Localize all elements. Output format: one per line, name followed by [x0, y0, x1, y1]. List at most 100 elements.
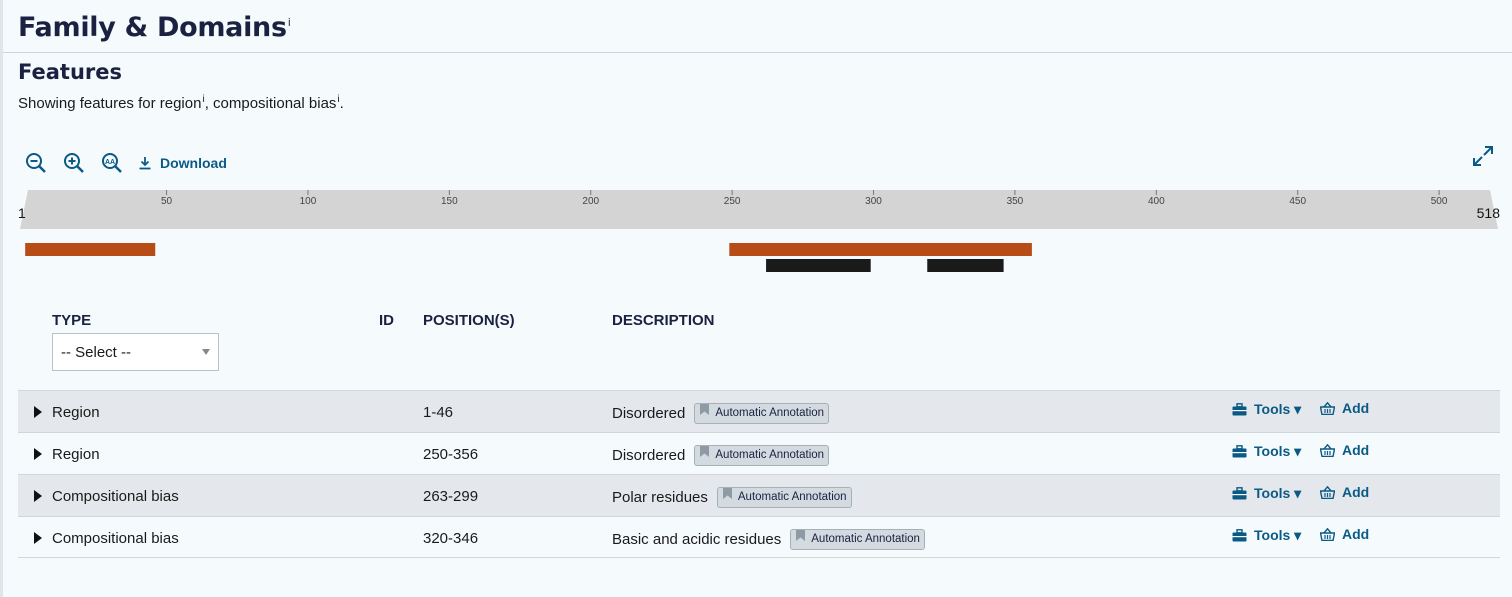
ruler-tick-label: 450 [1289, 196, 1306, 207]
row-description: Polar residues Automatic Annotation [612, 487, 852, 508]
column-header-type[interactable]: TYPE [52, 312, 91, 329]
toolbox-icon [1232, 403, 1247, 416]
tools-menu-button[interactable]: Tools ▾ [1232, 485, 1301, 502]
download-button[interactable]: Download [138, 155, 227, 171]
badge-label: Automatic Annotation [715, 407, 825, 419]
tools-label: Tools ▾ [1254, 527, 1302, 543]
add-to-basket-button[interactable]: Add [1320, 526, 1369, 542]
zoom-out-icon[interactable] [24, 151, 48, 175]
table-row[interactable]: Region 250-356 Disordered Automatic Anno… [18, 432, 1500, 474]
row-position: 263-299 [423, 488, 479, 505]
ruler-start-label: 1 [18, 205, 26, 221]
bookmark-icon [700, 404, 710, 415]
ruler-tick-label: 200 [582, 196, 599, 207]
section-title: Features [18, 60, 122, 84]
tools-label: Tools ▾ [1254, 485, 1302, 501]
evidence-badge[interactable]: Automatic Annotation [790, 529, 925, 550]
table-body: Region 1-46 Disordered Automatic Annotat… [18, 390, 1500, 558]
ruler-end-label: 518 [1477, 205, 1500, 221]
tools-menu-button[interactable]: Tools ▾ [1232, 443, 1301, 460]
ruler-tick-label: 250 [724, 196, 741, 207]
ruler-tick-label: 350 [1007, 196, 1024, 207]
tools-menu-button[interactable]: Tools ▾ [1232, 401, 1301, 418]
download-label: Download [160, 155, 227, 171]
evidence-badge[interactable]: Automatic Annotation [694, 403, 830, 424]
divider [3, 52, 1512, 53]
row-description: Disordered Automatic Annotation [612, 403, 830, 424]
ruler-tick-label: 500 [1431, 196, 1448, 207]
expand-icon[interactable] [1472, 145, 1494, 167]
row-type: Compositional bias [52, 488, 179, 505]
row-position: 1-46 [423, 404, 454, 421]
badge-label: Automatic Annotation [811, 533, 920, 545]
expand-row-icon[interactable] [34, 406, 42, 418]
add-label: Add [1342, 400, 1370, 416]
bookmark-icon [796, 530, 806, 541]
toolbox-icon [1232, 487, 1247, 500]
subtitle: Showing features for regioni, compositio… [18, 94, 344, 112]
column-header-positions[interactable]: POSITION(S) [423, 312, 515, 329]
type-filter-select[interactable]: -- Select -- [52, 333, 219, 371]
add-label: Add [1342, 526, 1370, 542]
svg-text:AA: AA [105, 159, 115, 166]
bookmark-icon [722, 488, 732, 499]
ruler-background [20, 190, 1498, 229]
left-rule [0, 0, 3, 597]
basket-icon [1320, 485, 1335, 499]
tools-label: Tools ▾ [1254, 401, 1302, 417]
add-label: Add [1342, 484, 1370, 500]
column-header-id[interactable]: ID [379, 312, 394, 329]
row-type: Region [52, 446, 100, 463]
expand-row-icon[interactable] [34, 532, 42, 544]
tools-label: Tools ▾ [1254, 443, 1302, 459]
zoom-fit-icon[interactable]: AA [100, 151, 124, 175]
row-position: 250-356 [423, 446, 479, 463]
table-row[interactable]: Region 1-46 Disordered Automatic Annotat… [18, 390, 1500, 432]
info-marker[interactable]: i [288, 16, 291, 29]
download-icon [139, 157, 151, 170]
row-type: Region [52, 404, 100, 421]
feature-compositional-bias[interactable] [766, 259, 871, 272]
ruler-tick-label: 50 [161, 196, 173, 207]
expand-row-icon[interactable] [34, 448, 42, 460]
tools-menu-button[interactable]: Tools ▾ [1232, 527, 1301, 544]
ruler-tick-label: 150 [441, 196, 458, 207]
feature-region[interactable] [729, 243, 1032, 256]
row-description: Basic and acidic residues Automatic Anno… [612, 529, 925, 550]
description-text: Basic and acidic residues [612, 531, 782, 548]
add-to-basket-button[interactable]: Add [1320, 400, 1369, 416]
description-text: Disordered [612, 447, 686, 464]
basket-icon [1320, 401, 1335, 415]
row-type: Compositional bias [52, 530, 179, 547]
badge-label: Automatic Annotation [715, 449, 825, 461]
sequence-ruler[interactable]: 50 100 150 200 250 300 350 400 450 500 1 518 [18, 190, 1500, 229]
description-text: Disordered [612, 405, 686, 422]
badge-label: Automatic Annotation [737, 491, 847, 503]
feature-region[interactable] [25, 243, 156, 256]
add-label: Add [1342, 442, 1370, 458]
evidence-badge[interactable]: Automatic Annotation [716, 487, 852, 508]
page-title: Family & Domainsi [18, 12, 291, 43]
viewer-toolbar: AA Download [24, 150, 227, 176]
table-row[interactable]: Compositional bias 320-346 Basic and aci… [18, 516, 1500, 558]
toolbox-icon [1232, 445, 1247, 458]
add-to-basket-button[interactable]: Add [1320, 442, 1369, 458]
bookmark-icon [700, 446, 710, 457]
zoom-in-icon[interactable] [62, 151, 86, 175]
description-text: Polar residues [612, 489, 708, 506]
expand-row-icon[interactable] [34, 490, 42, 502]
select-value: -- Select -- [61, 344, 132, 361]
feature-compositional-bias[interactable] [927, 259, 1004, 272]
toolbox-icon [1232, 529, 1247, 542]
row-description: Disordered Automatic Annotation [612, 445, 830, 466]
table-row[interactable]: Compositional bias 263-299 Polar residue… [18, 474, 1500, 516]
basket-icon [1320, 527, 1335, 541]
basket-icon [1320, 443, 1335, 457]
add-to-basket-button[interactable]: Add [1320, 484, 1369, 500]
ruler-tick-label: 300 [865, 196, 882, 207]
evidence-badge[interactable]: Automatic Annotation [694, 445, 830, 466]
column-header-description[interactable]: DESCRIPTION [612, 312, 715, 329]
row-position: 320-346 [423, 530, 479, 547]
feature-track[interactable] [0, 236, 1512, 280]
ruler-tick-label: 100 [300, 196, 317, 207]
